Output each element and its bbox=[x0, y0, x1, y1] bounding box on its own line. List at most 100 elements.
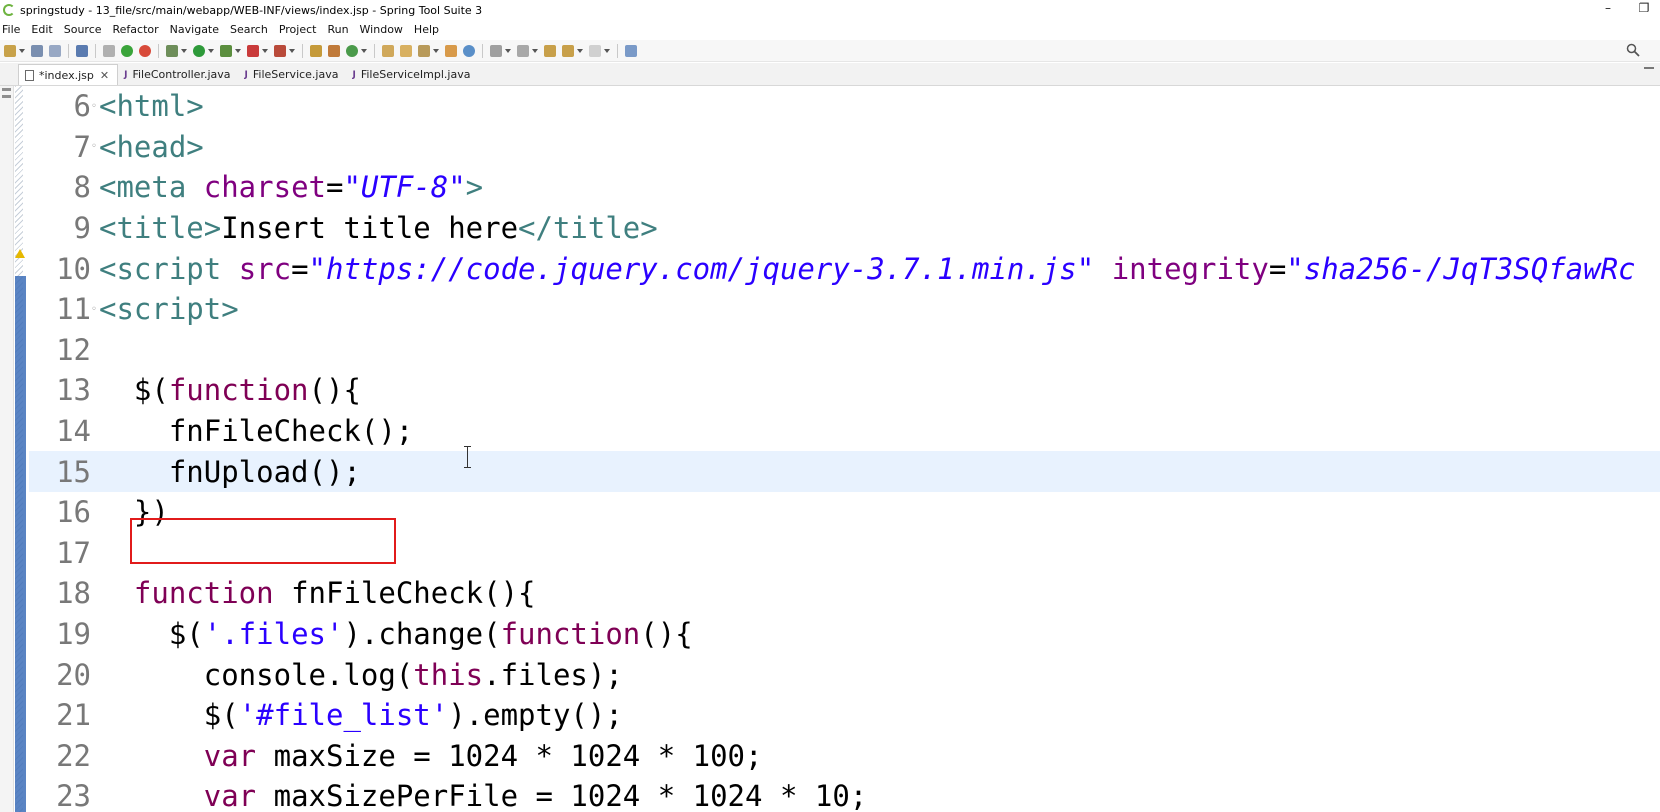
stop-dropdown-icon[interactable] bbox=[262, 48, 268, 53]
menu-file[interactable]: File bbox=[0, 23, 26, 36]
code-token: </title> bbox=[518, 211, 658, 246]
new-java-project-icon[interactable] bbox=[310, 44, 322, 57]
code-token: var bbox=[203, 738, 257, 773]
code-token: }) bbox=[99, 495, 169, 530]
code-line[interactable]: 11 ◦ <script> bbox=[29, 289, 1660, 330]
tab-fileserviceimpl-java[interactable]: J FileServiceImpl.java bbox=[346, 64, 478, 85]
line-text: fnUpload(); bbox=[99, 455, 361, 489]
next-annotation-dropdown-icon[interactable] bbox=[505, 48, 511, 53]
line-number: 7 bbox=[73, 129, 91, 164]
tab-label: FileServiceImpl.java bbox=[360, 68, 471, 81]
menu-window[interactable]: Window bbox=[355, 23, 409, 36]
restore-view-icon[interactable] bbox=[2, 88, 11, 91]
menu-project[interactable]: Project bbox=[274, 23, 323, 36]
code-line[interactable]: 22 var maxSize = 1024 * 1024 * 100; bbox=[29, 736, 1660, 777]
search-dropdown-icon[interactable] bbox=[433, 48, 439, 53]
code-line[interactable]: 6 ◦ <html> bbox=[29, 86, 1660, 127]
console-icon[interactable] bbox=[76, 44, 88, 57]
relaunch-icon[interactable] bbox=[139, 44, 151, 57]
new-package-icon[interactable] bbox=[328, 44, 340, 57]
code-line[interactable]: 14 fnFileCheck(); bbox=[29, 411, 1660, 452]
save-all-icon[interactable] bbox=[49, 44, 61, 57]
close-tab-icon[interactable]: ✕ bbox=[100, 69, 109, 82]
java-file-icon: J bbox=[244, 69, 248, 80]
line-text: $('.files').change(function(){ bbox=[99, 617, 693, 651]
warning-icon[interactable] bbox=[15, 249, 25, 258]
open-perspective-icon[interactable] bbox=[625, 44, 637, 57]
next-annotation-icon[interactable] bbox=[490, 44, 502, 57]
code-line[interactable]: 21 $('#file_list').empty(); bbox=[29, 695, 1660, 736]
debug-icon[interactable] bbox=[166, 44, 178, 57]
skip-breakpoints-icon[interactable] bbox=[103, 44, 115, 57]
open-task-icon[interactable] bbox=[400, 44, 412, 57]
tab-filecontroller-java[interactable]: J FileController.java bbox=[118, 64, 238, 85]
code-line[interactable]: 15 fnUpload(); bbox=[29, 451, 1660, 492]
code-token: <script bbox=[99, 251, 239, 286]
run-dropdown-icon[interactable] bbox=[208, 48, 214, 53]
coverage-dropdown-icon[interactable] bbox=[235, 48, 241, 53]
previous-annotation-dropdown-icon[interactable] bbox=[532, 48, 538, 53]
forward-icon[interactable] bbox=[589, 44, 601, 57]
code-line[interactable]: 8 <meta charset="UTF-8"> bbox=[29, 167, 1660, 208]
open-type-icon[interactable] bbox=[382, 44, 394, 57]
code-token: this bbox=[413, 657, 484, 692]
globe-icon[interactable] bbox=[463, 44, 475, 57]
new-icon[interactable] bbox=[4, 44, 16, 57]
code-line[interactable]: 20 console.log(this.files); bbox=[29, 654, 1660, 695]
tab-index-jsp[interactable]: *index.jsp ✕ bbox=[18, 64, 119, 85]
external-tools-dropdown-icon[interactable] bbox=[289, 48, 295, 53]
quick-access-search-icon[interactable] bbox=[1626, 43, 1640, 57]
search-toolbar-icon[interactable] bbox=[418, 44, 430, 57]
code-editor[interactable]: 6 ◦ <html> 7 ◦ <head> 8 <meta charset="UTF-8"> 9… bbox=[15, 86, 1660, 812]
code-token: src bbox=[238, 251, 292, 286]
fold-toggle-icon[interactable]: ◦ bbox=[91, 101, 99, 112]
code-line[interactable]: 7 ◦ <head> bbox=[29, 127, 1660, 168]
code-line[interactable]: 10 <script src="https://code.jquery.com/j… bbox=[29, 248, 1660, 289]
menu-edit[interactable]: Edit bbox=[26, 23, 58, 36]
code-line[interactable]: 9 <title>Insert title here</title> bbox=[29, 208, 1660, 249]
code-line[interactable]: 12 bbox=[29, 330, 1660, 371]
spring-boot-icon[interactable] bbox=[121, 44, 133, 57]
forward-dropdown-icon[interactable] bbox=[604, 48, 610, 53]
tab-fileservice-java[interactable]: J FileService.java bbox=[239, 64, 347, 85]
code-token: fnFileCheck(); bbox=[99, 414, 414, 449]
code-line[interactable]: 19 $('.files').change(function(){ bbox=[29, 614, 1660, 655]
new-dropdown-icon[interactable] bbox=[19, 48, 25, 53]
external-tools-icon[interactable] bbox=[274, 44, 286, 57]
code-token: maxSizePerFile = 1024 * 1024 * 10; bbox=[256, 779, 868, 812]
code-token: (){ bbox=[640, 617, 693, 652]
code-line[interactable]: 13 $(function(){ bbox=[29, 370, 1660, 411]
previous-annotation-icon[interactable] bbox=[517, 44, 529, 57]
fold-toggle-icon[interactable]: ◦ bbox=[91, 304, 99, 315]
menu-navigate[interactable]: Navigate bbox=[165, 23, 225, 36]
back-icon[interactable] bbox=[562, 44, 574, 57]
minimize-button[interactable]: – bbox=[1598, 1, 1618, 15]
code-line[interactable]: 17 bbox=[29, 533, 1660, 574]
menu-search[interactable]: Search bbox=[225, 23, 274, 36]
fold-toggle-icon[interactable]: ◦ bbox=[91, 141, 99, 152]
code-line[interactable]: 16 }) bbox=[29, 492, 1660, 533]
last-edit-location-icon[interactable] bbox=[544, 44, 556, 57]
code-line[interactable]: 18 function fnFileCheck(){ bbox=[29, 573, 1660, 614]
code-lines: 6 ◦ <html> 7 ◦ <head> 8 <meta charset="UTF-8"> 9… bbox=[29, 86, 1660, 812]
code-line[interactable]: 23 var maxSizePerFile = 1024 * 1024 * 10… bbox=[29, 776, 1660, 812]
save-icon[interactable] bbox=[31, 44, 43, 57]
line-number: 6 bbox=[73, 89, 91, 124]
coverage-icon[interactable] bbox=[220, 44, 232, 57]
new-class-dropdown-icon[interactable] bbox=[361, 48, 367, 53]
open-folder-icon[interactable] bbox=[445, 44, 457, 57]
package-explorer-icon[interactable] bbox=[2, 95, 11, 98]
new-class-icon[interactable] bbox=[346, 44, 358, 57]
change-ruler-marker bbox=[15, 276, 26, 812]
run-icon[interactable] bbox=[193, 44, 205, 57]
menu-source[interactable]: Source bbox=[59, 23, 108, 36]
back-dropdown-icon[interactable] bbox=[577, 48, 583, 53]
restore-button[interactable]: ❐ bbox=[1634, 1, 1654, 15]
line-number: 21 bbox=[56, 698, 91, 733]
menu-refactor[interactable]: Refactor bbox=[108, 23, 165, 36]
stop-icon[interactable] bbox=[247, 44, 259, 57]
debug-dropdown-icon[interactable] bbox=[181, 48, 187, 53]
menu-run[interactable]: Run bbox=[322, 23, 354, 36]
menu-help[interactable]: Help bbox=[409, 23, 445, 36]
minimize-editor-icon[interactable] bbox=[1644, 67, 1654, 69]
